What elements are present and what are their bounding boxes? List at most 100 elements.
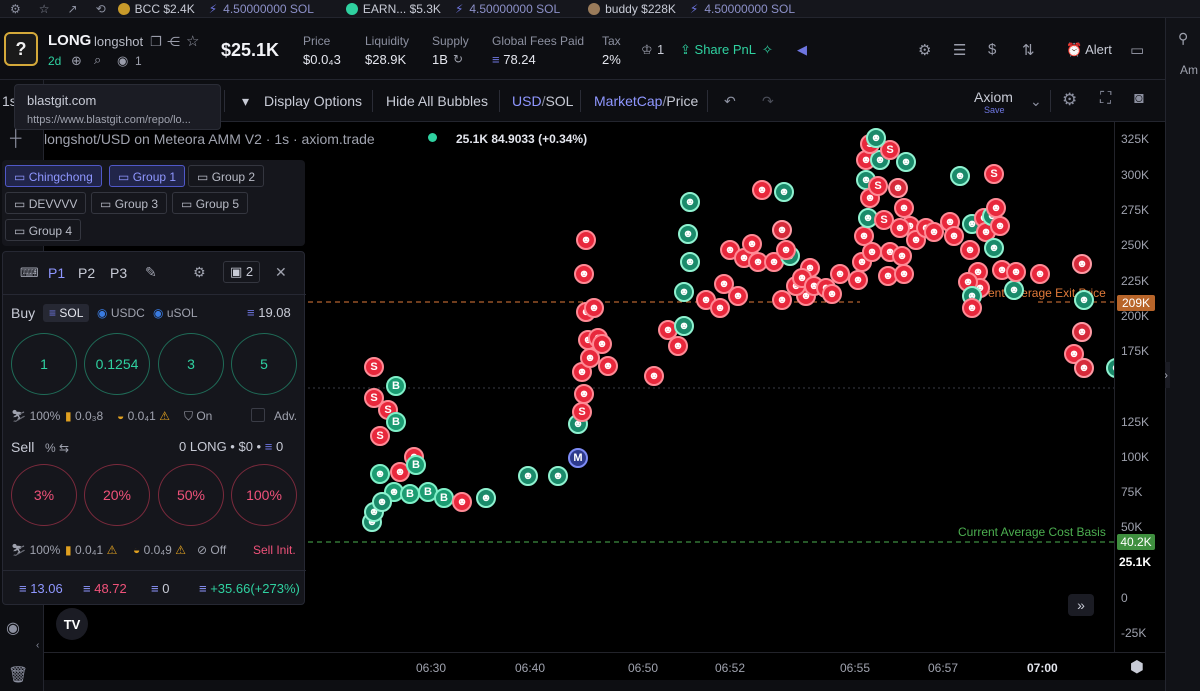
chart-icon[interactable]: ↗	[68, 2, 78, 16]
camera-icon[interactable]: ◙	[1134, 90, 1144, 108]
ticker-item[interactable]: EARN... $5.3K ⚡ 4.50000000 SOL	[345, 2, 560, 16]
share-icon[interactable]: ⋲	[167, 34, 180, 50]
gear-icon[interactable]: ⚙	[918, 41, 931, 59]
trade-bubble[interactable]: ☻	[1006, 262, 1026, 282]
trade-bubble[interactable]: ☻	[894, 264, 914, 284]
crown-icon[interactable]: ♔	[641, 42, 653, 58]
trade-bubble[interactable]: S	[370, 426, 390, 446]
sell-init-button[interactable]: Sell Init.	[253, 543, 296, 557]
trade-bubble[interactable]: ☻	[1004, 280, 1024, 300]
buy-preset-button[interactable]: 5	[231, 333, 297, 395]
trade-bubble[interactable]: ☻	[772, 220, 792, 240]
sell-preset-button[interactable]: 50%	[158, 464, 224, 526]
buy-priority-fee[interactable]: ▮ 0.0₃8	[65, 409, 103, 423]
trade-bubble[interactable]: ☻	[830, 264, 850, 284]
trade-bubble[interactable]: ☻	[892, 246, 912, 266]
buy-preset-button[interactable]: 3	[158, 333, 224, 395]
trade-bubble[interactable]: ☻	[678, 224, 698, 244]
sell-slippage[interactable]: ⛷ 100%	[11, 543, 60, 557]
trade-bubble[interactable]: ☻	[742, 234, 762, 254]
trash-icon[interactable]: 🗑	[8, 665, 28, 685]
preset-tab-p1[interactable]: P1	[48, 265, 65, 281]
trade-bubble[interactable]: ☻	[1030, 264, 1050, 284]
crosshair-icon[interactable]: ┼	[10, 130, 21, 148]
group-chip[interactable]: ▭ Group 2	[188, 165, 265, 187]
trade-bubble[interactable]: ☻	[862, 242, 882, 262]
trade-bubble[interactable]: S	[868, 176, 888, 196]
trade-bubble[interactable]: ☻	[894, 198, 914, 218]
trade-bubble[interactable]: ☻	[680, 192, 700, 212]
trade-bubble[interactable]: ☻	[710, 298, 730, 318]
trade-bubble[interactable]: S	[572, 402, 592, 422]
trade-bubble[interactable]: ☻	[728, 286, 748, 306]
chevron-down-icon[interactable]: ⌄	[1030, 93, 1042, 110]
swap-icon[interactable]: ⇅	[1022, 41, 1035, 59]
undo-icon[interactable]: ↶	[724, 93, 736, 110]
sell-preset-button[interactable]: 20%	[84, 464, 150, 526]
trade-bubble[interactable]: ☻	[950, 166, 970, 186]
ticker-item[interactable]: buddy $228K ⚡ 4.50000000 SOL	[588, 2, 795, 16]
trade-bubble[interactable]: ☻	[574, 264, 594, 284]
trade-bubble[interactable]: ☻	[774, 182, 794, 202]
list-icon[interactable]: ☰	[953, 41, 966, 59]
group-chip[interactable]: ▭ Group 3	[91, 192, 168, 214]
trade-bubble[interactable]: B	[406, 455, 426, 475]
search-icon[interactable]: ⌕	[94, 52, 101, 68]
currency-usol[interactable]: ◉ uSOL	[153, 306, 198, 320]
trade-bubble[interactable]: ☻	[1074, 358, 1094, 378]
trade-bubble[interactable]: ☻	[644, 366, 664, 386]
filter-icon[interactable]: ⚲	[1178, 30, 1188, 47]
globe-icon[interactable]: ⊕	[71, 53, 82, 69]
metric-toggle[interactable]: MarketCap/Price	[594, 93, 698, 109]
trade-bubble[interactable]: ☻	[576, 230, 596, 250]
megaphone-icon[interactable]: ◀	[797, 42, 807, 58]
currency-usdc[interactable]: ◉ USDC	[97, 306, 145, 320]
copy-icon[interactable]: ❐	[150, 34, 162, 50]
currency-sol[interactable]: ≡ SOL	[43, 304, 90, 322]
trade-bubble[interactable]: ☻	[584, 298, 604, 318]
group-chip[interactable]: ▭ DEVVVV	[5, 192, 87, 214]
group-chip[interactable]: ▭ Group 4	[5, 219, 82, 241]
trade-bubble[interactable]: B	[400, 484, 420, 504]
trade-bubble[interactable]: ☻	[548, 466, 568, 486]
chevron-left-icon[interactable]: ‹	[36, 640, 39, 651]
trade-bubble[interactable]: B	[386, 412, 406, 432]
layout-name[interactable]: Axiom	[974, 89, 1013, 105]
fullscreen-icon[interactable]: ⛶	[1100, 90, 1111, 108]
trade-bubble[interactable]: ☻	[574, 384, 594, 404]
trade-bubble[interactable]: ☻	[1072, 254, 1092, 274]
trade-bubble[interactable]: ☻	[896, 152, 916, 172]
currency-toggle[interactable]: USD/SOL	[512, 93, 573, 109]
gear-icon[interactable]: ⚙	[10, 2, 21, 16]
star-icon[interactable]: ☆	[186, 32, 199, 50]
sell-mev-toggle[interactable]: ⊘ Off	[197, 543, 226, 557]
trade-bubble[interactable]: ☻	[680, 252, 700, 272]
eye-icon[interactable]: ◉	[6, 618, 20, 638]
trade-bubble[interactable]: B	[386, 376, 406, 396]
trade-bubble[interactable]: ☻	[986, 198, 1006, 218]
trade-bubble[interactable]: ☻	[960, 240, 980, 260]
indicators-icon[interactable]: ▾	[242, 93, 249, 110]
keyboard-icon[interactable]: ⌨	[20, 265, 39, 281]
alert-button[interactable]: ⏰ Alert	[1066, 42, 1112, 58]
sell-preset-button[interactable]: 100%	[231, 464, 297, 526]
sell-pct-toggle[interactable]: % ⇆	[45, 441, 69, 455]
token-name[interactable]: longshot	[94, 34, 143, 49]
scroll-to-latest-button[interactable]: »	[1068, 594, 1094, 616]
trade-bubble[interactable]: ☻	[848, 270, 868, 290]
time-axis[interactable]: 06:30 06:40 06:50 06:52 06:55 06:57 07:0…	[44, 652, 1165, 680]
trade-bubble[interactable]: ☻	[668, 336, 688, 356]
history-icon[interactable]: ⟲	[96, 2, 106, 16]
adv-checkbox[interactable]	[251, 408, 265, 422]
trade-bubble[interactable]: ☻	[776, 240, 796, 260]
sell-preset-button[interactable]: 3%	[11, 464, 77, 526]
token-logo[interactable]: ?	[4, 32, 38, 66]
pnl-total[interactable]: ≡ +35.66(+273%)	[199, 581, 300, 596]
trade-bubble[interactable]: ☻	[752, 180, 772, 200]
gear-icon[interactable]: ⚙	[193, 264, 206, 281]
edit-icon[interactable]: ✎	[145, 264, 157, 281]
trade-bubble[interactable]: ☻	[888, 178, 908, 198]
trade-bubble[interactable]: ☻	[372, 492, 392, 512]
wallet-count[interactable]: ▣ 2	[223, 261, 261, 283]
trade-bubble[interactable]: ☻	[580, 348, 600, 368]
